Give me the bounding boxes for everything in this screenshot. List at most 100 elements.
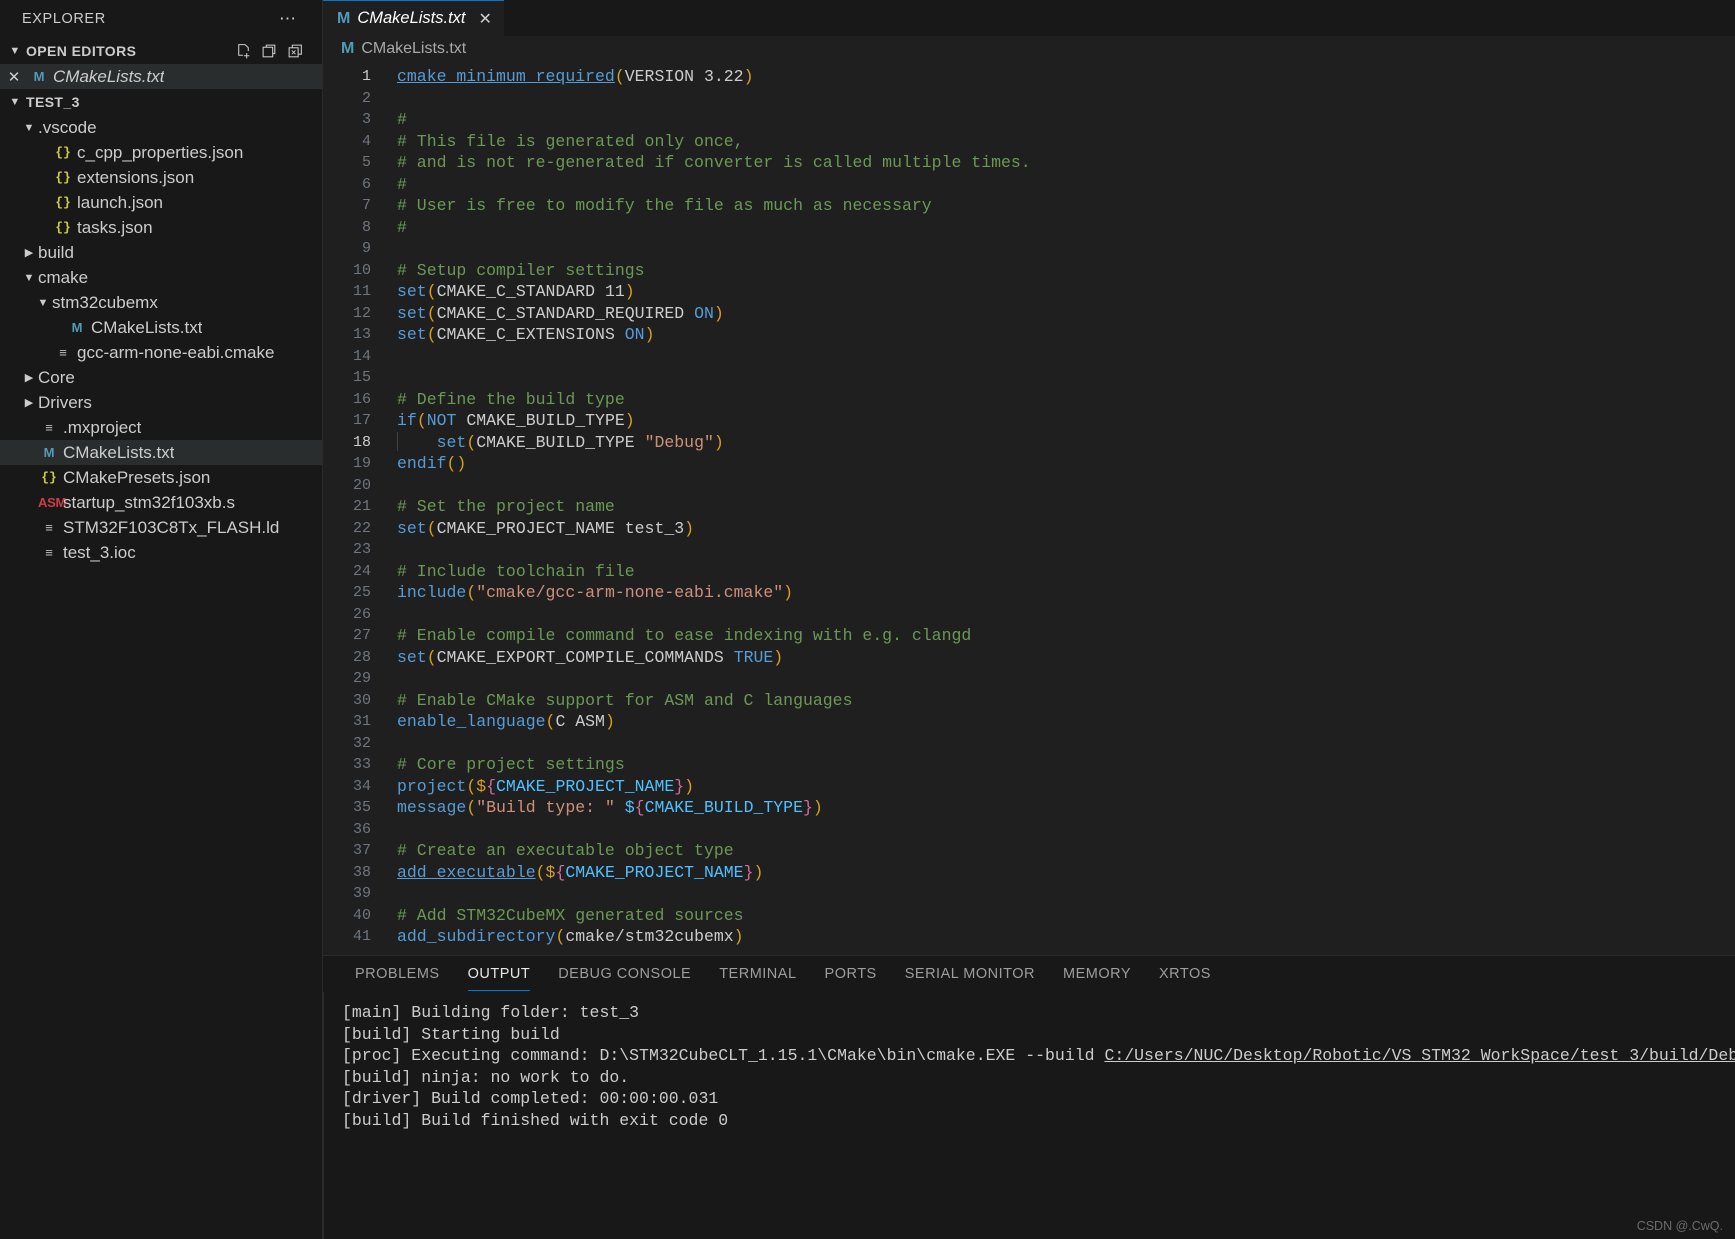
- tree-item[interactable]: ≡ .mxproject: [0, 415, 322, 440]
- code-line[interactable]: 37 # Create an executable object type: [323, 840, 1735, 862]
- code-line[interactable]: 5 # and is not re-generated if converter …: [323, 152, 1735, 174]
- code-line[interactable]: 18 set(CMAKE_BUILD_TYPE "Debug"): [323, 432, 1735, 454]
- code-line[interactable]: 14: [323, 346, 1735, 368]
- project-root-header[interactable]: ▼ TEST_3: [0, 89, 322, 115]
- code-line[interactable]: 10 # Setup compiler settings: [323, 260, 1735, 282]
- code-line[interactable]: 17 if(NOT CMAKE_BUILD_TYPE): [323, 410, 1735, 432]
- code-line[interactable]: 9: [323, 238, 1735, 260]
- panel-tab-terminal[interactable]: TERMINAL: [705, 956, 810, 992]
- code-line[interactable]: 13 set(CMAKE_C_EXTENSIONS ON): [323, 324, 1735, 346]
- line-number: 40: [352, 906, 371, 924]
- tree-item[interactable]: {} CMakePresets.json: [0, 465, 322, 490]
- code-text: #: [397, 110, 407, 130]
- open-editors-header[interactable]: ▼ OPEN EDITORS: [0, 38, 322, 64]
- output-path-link[interactable]: C:/Users/NUC/Desktop/Robotic/VS_STM32_Wo…: [1104, 1046, 1735, 1065]
- code-line[interactable]: 21 # Set the project name: [323, 496, 1735, 518]
- code-line[interactable]: 32: [323, 733, 1735, 755]
- chevron-right-icon[interactable]: ▶: [20, 246, 38, 259]
- tree-item[interactable]: ASM startup_stm32f103xb.s: [0, 490, 322, 515]
- bottom-panel: PROBLEMS OUTPUT DEBUG CONSOLE TERMINAL PORTS…: [323, 955, 1735, 1239]
- code-editor[interactable]: 1 cmake_minimum_required(VERSION 3.22) 2 3 #…: [323, 62, 1735, 955]
- line-number: 3: [361, 111, 371, 129]
- code-line[interactable]: 36: [323, 819, 1735, 841]
- chevron-down-icon[interactable]: ▼: [34, 297, 52, 309]
- code-line[interactable]: 11 set(CMAKE_C_STANDARD 11): [323, 281, 1735, 303]
- chevron-down-icon[interactable]: ▼: [6, 45, 24, 57]
- chevron-right-icon[interactable]: ▶: [20, 396, 38, 409]
- breadcrumb[interactable]: M CMakeLists.txt: [323, 36, 1735, 62]
- tree-item[interactable]: ▼ cmake: [0, 265, 322, 290]
- code-text: # Set the project name: [397, 497, 615, 517]
- code-line[interactable]: 15: [323, 367, 1735, 389]
- code-line[interactable]: 7 # User is free to modify the file as mu…: [323, 195, 1735, 217]
- ellipsis-icon[interactable]: ⋯: [279, 9, 310, 29]
- close-icon[interactable]: ✕: [479, 9, 492, 29]
- code-line[interactable]: 34 project(${CMAKE_PROJECT_NAME}): [323, 776, 1735, 798]
- code-line[interactable]: 25 include("cmake/gcc-arm-none-eabi.cmake…: [323, 582, 1735, 604]
- code-line[interactable]: 23: [323, 539, 1735, 561]
- code-line[interactable]: 6 #: [323, 174, 1735, 196]
- panel-tab-problems[interactable]: PROBLEMS: [341, 956, 454, 992]
- close-icon[interactable]: ✕: [0, 68, 28, 86]
- tree-item[interactable]: ≡ test_3.ioc: [0, 540, 322, 565]
- code-line[interactable]: 29: [323, 668, 1735, 690]
- tree-item[interactable]: M CMakeLists.txt: [0, 315, 322, 340]
- line-number: 6: [361, 175, 371, 193]
- tree-item[interactable]: ▼ stm32cubemx: [0, 290, 322, 315]
- tree-item[interactable]: ▶ build: [0, 240, 322, 265]
- code-line[interactable]: 33 # Core project settings: [323, 754, 1735, 776]
- tree-item[interactable]: {} launch.json: [0, 190, 322, 215]
- open-editor-item[interactable]: ✕ M CMakeLists.txt: [0, 64, 322, 89]
- panel-tab-memory[interactable]: MEMORY: [1049, 956, 1145, 992]
- tree-item[interactable]: ▼ .vscode: [0, 115, 322, 140]
- code-line[interactable]: 39: [323, 883, 1735, 905]
- chevron-down-icon[interactable]: ▼: [20, 272, 38, 284]
- line-number: 2: [361, 89, 371, 107]
- code-line[interactable]: 38 add_executable(${CMAKE_PROJECT_NAME}): [323, 862, 1735, 884]
- tree-item[interactable]: M CMakeLists.txt: [0, 440, 322, 465]
- tree-item[interactable]: ≡ gcc-arm-none-eabi.cmake: [0, 340, 322, 365]
- code-line[interactable]: 41 add_subdirectory(cmake/stm32cubemx): [323, 926, 1735, 948]
- code-line[interactable]: 20: [323, 475, 1735, 497]
- line-number: 7: [361, 197, 371, 215]
- code-line[interactable]: 19 endif(): [323, 453, 1735, 475]
- code-line[interactable]: 27 # Enable compile command to ease index…: [323, 625, 1735, 647]
- code-line[interactable]: 31 enable_language(C ASM): [323, 711, 1735, 733]
- tree-item[interactable]: ▶ Drivers: [0, 390, 322, 415]
- code-line[interactable]: 2: [323, 88, 1735, 110]
- tree-item[interactable]: {} c_cpp_properties.json: [0, 140, 322, 165]
- tree-item[interactable]: {} extensions.json: [0, 165, 322, 190]
- panel-tab-ports[interactable]: PORTS: [811, 956, 891, 992]
- code-line[interactable]: 22 set(CMAKE_PROJECT_NAME test_3): [323, 518, 1735, 540]
- panel-tab-debug-console[interactable]: DEBUG CONSOLE: [544, 956, 705, 992]
- code-line[interactable]: 3 #: [323, 109, 1735, 131]
- close-all-editors-icon[interactable]: [287, 43, 304, 60]
- code-line[interactable]: 8 #: [323, 217, 1735, 239]
- line-number: 19: [352, 455, 371, 473]
- panel-tab-xrtos[interactable]: XRTOS: [1145, 956, 1225, 992]
- tree-item[interactable]: {} tasks.json: [0, 215, 322, 240]
- code-line[interactable]: 1 cmake_minimum_required(VERSION 3.22): [323, 66, 1735, 88]
- code-text: # Enable compile command to ease indexin…: [397, 626, 972, 646]
- new-file-icon[interactable]: [235, 43, 252, 60]
- panel-tab-serial-monitor[interactable]: SERIAL MONITOR: [891, 956, 1049, 992]
- code-line[interactable]: 35 message("Build type: " ${CMAKE_BUILD_T…: [323, 797, 1735, 819]
- code-line[interactable]: 12 set(CMAKE_C_STANDARD_REQUIRED ON): [323, 303, 1735, 325]
- new-folder-icon[interactable]: [261, 43, 278, 60]
- chevron-down-icon[interactable]: ▼: [20, 122, 38, 134]
- tree-item[interactable]: ≡ STM32F103C8Tx_FLASH.ld: [0, 515, 322, 540]
- tab-cmakelists[interactable]: M CMakeLists.txt ✕: [323, 0, 504, 36]
- chevron-down-icon[interactable]: ▼: [6, 96, 24, 108]
- code-line[interactable]: 30 # Enable CMake support for ASM and C l…: [323, 690, 1735, 712]
- panel-tab-output[interactable]: OUTPUT: [454, 956, 545, 992]
- code-line[interactable]: 28 set(CMAKE_EXPORT_COMPILE_COMMANDS TRUE…: [323, 647, 1735, 669]
- code-line[interactable]: 40 # Add STM32CubeMX generated sources: [323, 905, 1735, 927]
- tree-item[interactable]: ▶ Core: [0, 365, 322, 390]
- code-line[interactable]: 4 # This file is generated only once,: [323, 131, 1735, 153]
- code-line[interactable]: 16 # Define the build type: [323, 389, 1735, 411]
- vscode-window: EXPLORER ⋯ ▼ OPEN EDITORS ✕ M CMakeLists…: [0, 0, 1735, 1239]
- chevron-right-icon[interactable]: ▶: [20, 371, 38, 384]
- code-line[interactable]: 24 # Include toolchain file: [323, 561, 1735, 583]
- code-line[interactable]: 26: [323, 604, 1735, 626]
- tree-item-label: .mxproject: [63, 417, 142, 437]
